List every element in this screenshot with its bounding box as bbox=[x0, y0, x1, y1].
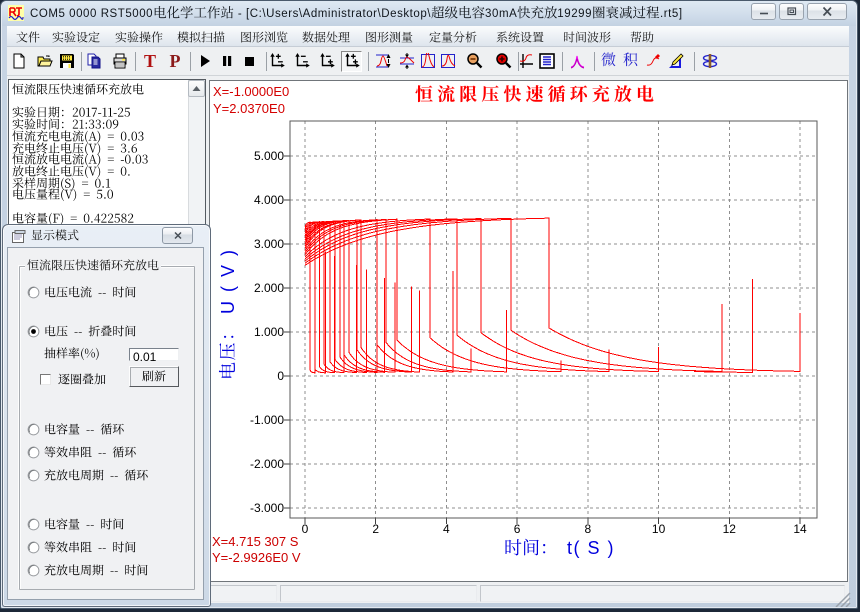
svg-text:Y=-2.9926E0 V: Y=-2.9926E0 V bbox=[212, 550, 301, 565]
svg-text:8: 8 bbox=[585, 522, 592, 536]
svg-text:0: 0 bbox=[302, 522, 309, 536]
svg-text:-2.000: -2.000 bbox=[250, 457, 284, 471]
svg-text:12: 12 bbox=[723, 522, 737, 536]
svg-text:6: 6 bbox=[514, 522, 521, 536]
svg-text:14: 14 bbox=[793, 522, 807, 536]
svg-text:4.000: 4.000 bbox=[254, 193, 284, 207]
svg-text:0: 0 bbox=[277, 369, 284, 383]
svg-text:-3.000: -3.000 bbox=[250, 501, 284, 515]
svg-text:Y=2.0370E0: Y=2.0370E0 bbox=[213, 101, 285, 116]
svg-text:X=4.715 307 S: X=4.715 307 S bbox=[212, 534, 299, 549]
svg-text:t( S ): t( S ) bbox=[567, 538, 615, 558]
svg-text:3.000: 3.000 bbox=[254, 237, 284, 251]
svg-text:2.000: 2.000 bbox=[254, 281, 284, 295]
svg-text:4: 4 bbox=[443, 522, 450, 536]
svg-text:5.000: 5.000 bbox=[254, 149, 284, 163]
svg-text:X=-1.0000E0: X=-1.0000E0 bbox=[213, 84, 289, 99]
svg-text:2: 2 bbox=[372, 522, 379, 536]
svg-text:U ( V ): U ( V ) bbox=[218, 248, 238, 314]
svg-text:10: 10 bbox=[652, 522, 666, 536]
svg-text:1.000: 1.000 bbox=[254, 325, 284, 339]
svg-text:-1.000: -1.000 bbox=[250, 413, 284, 427]
